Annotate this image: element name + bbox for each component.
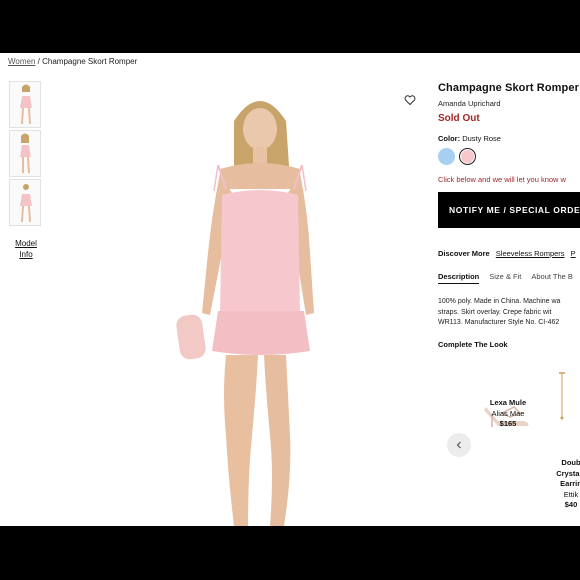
color-value: Dusty Rose <box>462 134 501 143</box>
model-info-link[interactable]: Model Info <box>8 238 44 260</box>
thumbnail-back[interactable] <box>9 179 41 226</box>
look-item-price: $165 <box>499 419 517 428</box>
description-line: 100% poly. Made in China. Machine wa <box>438 298 561 305</box>
product-description: 100% poly. Made in China. Machine wa str… <box>438 297 580 329</box>
look-item-brand: Alias Mae <box>491 408 525 418</box>
swatch-blue[interactable] <box>438 148 455 165</box>
chevron-left-icon <box>455 436 463 454</box>
look-item-brand: Ettik <box>563 489 579 499</box>
complete-the-look-heading: Complete The Look <box>438 339 508 349</box>
earring-image[interactable] <box>556 371 568 421</box>
notify-me-button[interactable]: NOTIFY ME / SPECIAL ORDE <box>438 192 580 228</box>
look-item-name-line3: Earrin <box>560 479 580 488</box>
product-info: Champagne Skort Romper Amanda Uprichard … <box>438 82 580 349</box>
look-item-name-line2: Crystal I <box>556 468 580 478</box>
product-page: Women / Champagne Skort Romper Model Inf… <box>0 53 580 526</box>
color-swatches <box>438 148 580 165</box>
thumbnail-front[interactable] <box>9 81 41 128</box>
description-line: WR113. Manufacturer Style No. CI-462 <box>438 319 560 326</box>
tab-about-brand[interactable]: About The B <box>531 272 573 284</box>
thumbnail-side[interactable] <box>9 130 41 177</box>
color-row: Color: Dusty Rose <box>438 134 580 143</box>
product-main-image <box>176 101 314 526</box>
discover-link-sleeveless-rompers[interactable]: Sleeveless Rompers <box>496 249 565 258</box>
swatch-dusty-rose[interactable] <box>459 148 476 165</box>
look-item-price: $40 <box>564 500 578 509</box>
breadcrumb-current: Champagne Skort Romper <box>42 57 138 66</box>
model-info-line2: Info <box>19 250 33 259</box>
info-tabs: Description Size & Fit About The B <box>438 272 580 284</box>
notify-note: Click below and we will let you know w <box>438 175 566 184</box>
discover-link-more[interactable]: P <box>571 249 576 258</box>
tab-size-fit[interactable]: Size & Fit <box>489 272 521 284</box>
tab-description[interactable]: Description <box>438 272 480 284</box>
look-item-lexa-mule[interactable]: Lexa Mule Alias Mae $165 <box>479 398 537 430</box>
heart-icon[interactable] <box>404 93 416 106</box>
color-label: Color: <box>438 134 461 143</box>
breadcrumb: Women / Champagne Skort Romper <box>8 57 137 66</box>
product-title: Champagne Skort Romper <box>438 82 579 94</box>
discover-more: Discover More Sleeveless Rompers P <box>438 249 580 258</box>
product-brand[interactable]: Amanda Uprichard <box>438 99 580 108</box>
sold-out-status: Sold Out <box>438 113 480 124</box>
model-info-line1: Model <box>15 239 37 248</box>
breadcrumb-separator: / <box>37 57 40 66</box>
look-item-name: Lexa Mule <box>489 398 527 407</box>
thumbnail-list <box>9 81 41 228</box>
breadcrumb-women-link[interactable]: Women <box>8 57 35 66</box>
look-item-name: Doub <box>561 458 580 467</box>
discover-label: Discover More <box>438 249 490 258</box>
carousel-prev-button[interactable] <box>447 433 471 457</box>
description-line: straps. Skirt overlay. Crepe fabric wit <box>438 308 552 316</box>
look-item-earrings[interactable]: Doub Crystal I Earrin Ettik $40 <box>546 458 580 511</box>
